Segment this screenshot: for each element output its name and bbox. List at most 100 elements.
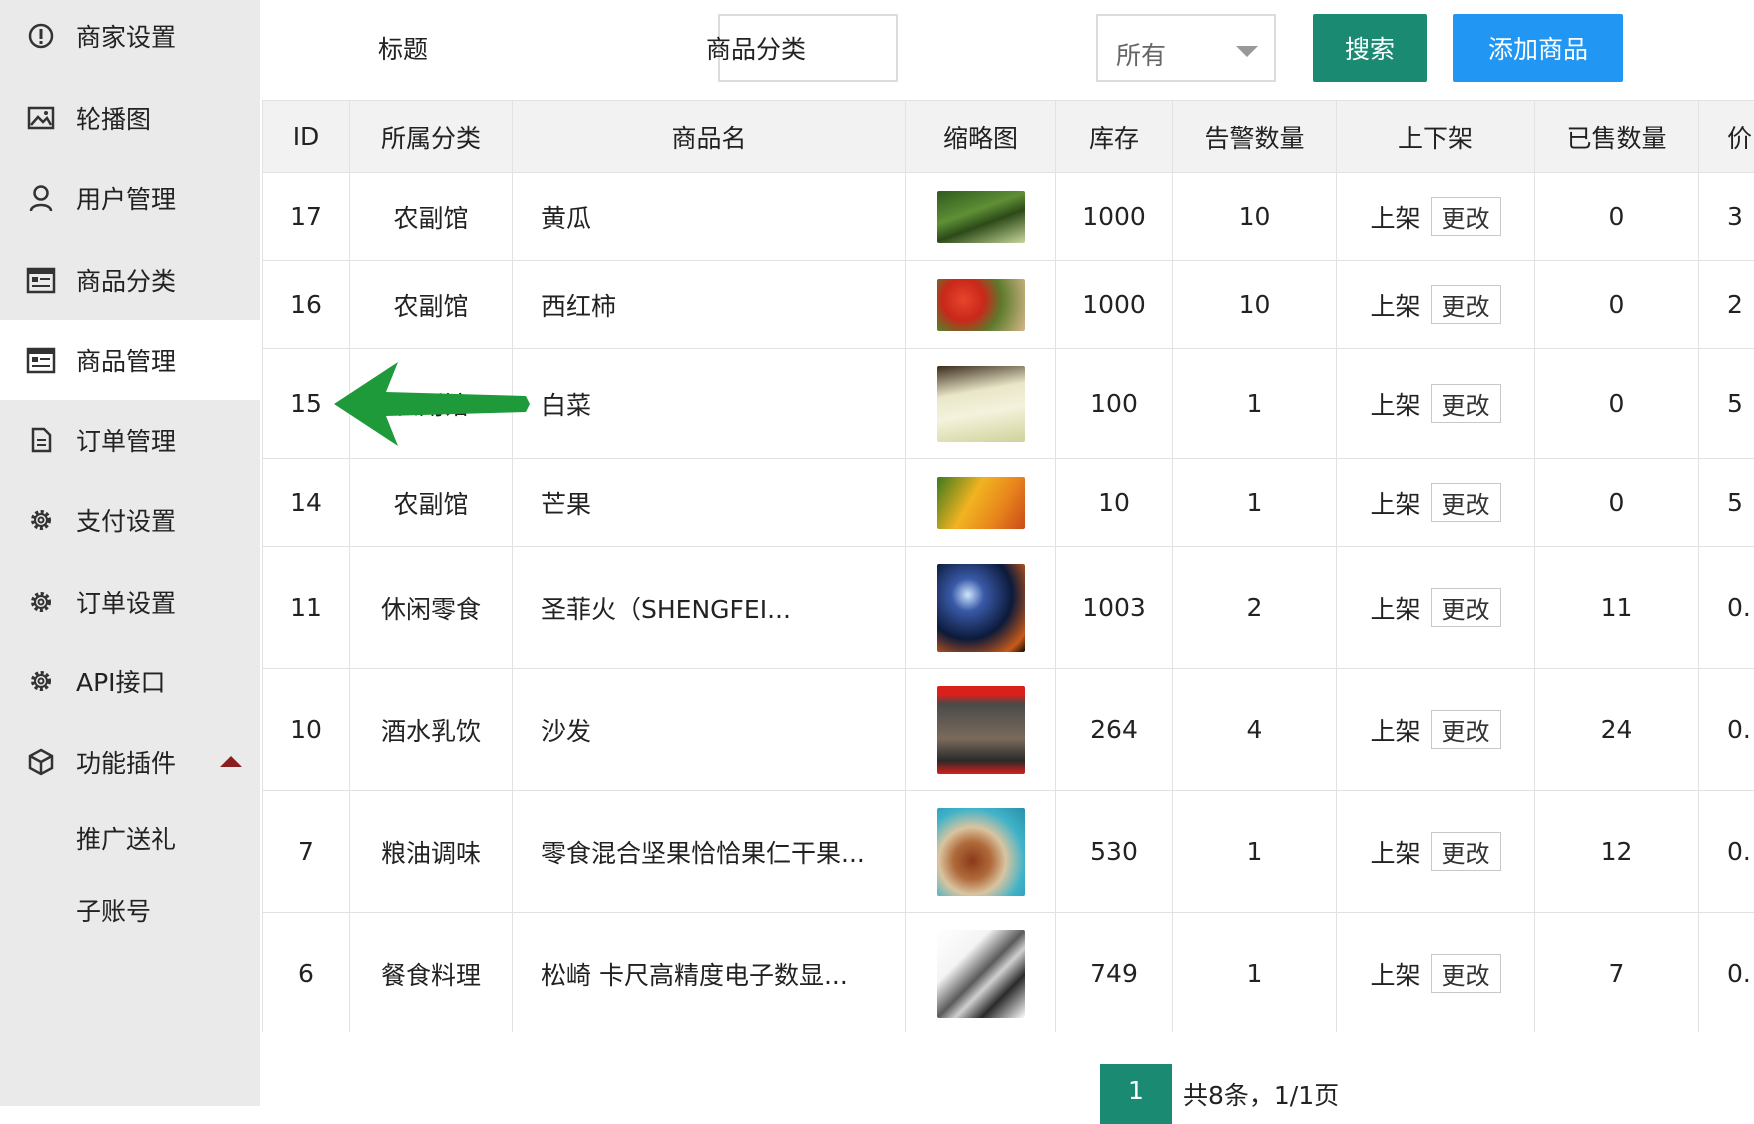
document-icon — [26, 425, 56, 455]
sidebar-item-users[interactable]: 用户管理 — [0, 158, 260, 238]
cell-price: 2 — [1699, 261, 1754, 349]
green-arrow-annotation-icon — [330, 358, 530, 454]
cell-sold: 11 — [1535, 547, 1699, 669]
change-status-button[interactable]: 更改 — [1431, 285, 1501, 324]
change-status-button[interactable]: 更改 — [1431, 588, 1501, 627]
status-label: 上架 — [1370, 204, 1420, 233]
cell-thumbnail — [906, 261, 1056, 349]
sidebar-item-label: 商家设置 — [76, 18, 176, 54]
product-thumbnail[interactable] — [937, 477, 1025, 529]
column-header-alert: 告警数量 — [1173, 101, 1337, 173]
sidebar-item-label: 支付设置 — [76, 502, 176, 538]
cell-stock: 1000 — [1056, 261, 1173, 349]
sidebar-item-label: 轮播图 — [76, 100, 151, 136]
column-header-status: 上下架 — [1337, 101, 1535, 173]
table-row: 16 农副馆 西红柿 1000 10 上架更改 0 2 — [263, 261, 1754, 349]
sidebar-item-product-categories[interactable]: 商品分类 — [0, 240, 260, 320]
add-product-button[interactable]: 添加商品 — [1453, 14, 1623, 82]
cell-status: 上架更改 — [1337, 459, 1535, 547]
caret-up-icon[interactable] — [220, 756, 242, 767]
category-filter-label: 商品分类 — [706, 30, 806, 66]
sidebar-item-api[interactable]: API接口 — [0, 641, 260, 721]
sidebar-subitem-subaccount[interactable]: 子账号 — [0, 880, 260, 940]
cell-price: 0. — [1699, 669, 1754, 791]
change-status-button[interactable]: 更改 — [1431, 954, 1501, 993]
cell-name: 松崎 卡尺高精度电子数显... — [513, 913, 906, 1033]
cell-thumbnail — [906, 459, 1056, 547]
product-thumbnail[interactable] — [937, 930, 1025, 1018]
cell-status: 上架更改 — [1337, 669, 1535, 791]
sidebar-item-order-settings[interactable]: 订单设置 — [0, 562, 260, 642]
cell-name: 沙发 — [513, 669, 906, 791]
cell-thumbnail — [906, 173, 1056, 261]
column-header-stock: 库存 — [1056, 101, 1173, 173]
cell-status: 上架更改 — [1337, 547, 1535, 669]
product-thumbnail[interactable] — [937, 366, 1025, 442]
change-status-button[interactable]: 更改 — [1431, 483, 1501, 522]
cell-price: 5 — [1699, 349, 1754, 459]
sidebar-item-payment-settings[interactable]: 支付设置 — [0, 480, 260, 560]
table-row: 17 农副馆 黄瓜 1000 10 上架更改 0 3 — [263, 173, 1754, 261]
cell-name: 黄瓜 — [513, 173, 906, 261]
cell-category: 粮油调味 — [350, 791, 513, 913]
cell-stock: 100 — [1056, 349, 1173, 459]
cell-id: 16 — [263, 261, 350, 349]
sidebar-item-product-management[interactable]: 商品管理 — [0, 320, 260, 400]
cell-price: 3 — [1699, 173, 1754, 261]
title-filter-label: 标题 — [378, 30, 428, 66]
user-icon — [26, 183, 56, 213]
cell-category: 休闲零食 — [350, 547, 513, 669]
cell-sold: 7 — [1535, 913, 1699, 1033]
cell-category: 农副馆 — [350, 173, 513, 261]
search-button[interactable]: 搜索 — [1313, 14, 1427, 82]
chevron-down-icon — [1236, 46, 1258, 57]
cell-status: 上架更改 — [1337, 791, 1535, 913]
cell-name: 零食混合坚果恰恰果仁干果... — [513, 791, 906, 913]
cell-name: 白菜 — [513, 349, 906, 459]
table-row: 14 农副馆 芒果 10 1 上架更改 0 5 — [263, 459, 1754, 547]
cell-alert: 1 — [1173, 459, 1337, 547]
cell-alert: 1 — [1173, 913, 1337, 1033]
sidebar-item-label: 商品管理 — [76, 342, 176, 378]
cell-id: 6 — [263, 913, 350, 1033]
product-thumbnail[interactable] — [937, 808, 1025, 896]
product-thumbnail[interactable] — [937, 279, 1025, 331]
cell-name: 圣菲火（SHENGFEI... — [513, 547, 906, 669]
change-status-button[interactable]: 更改 — [1431, 832, 1501, 871]
cell-stock: 530 — [1056, 791, 1173, 913]
cell-stock: 749 — [1056, 913, 1173, 1033]
status-label: 上架 — [1370, 391, 1420, 420]
list-board-icon — [26, 345, 56, 375]
cell-stock: 1003 — [1056, 547, 1173, 669]
cube-icon — [26, 747, 56, 777]
change-status-button[interactable]: 更改 — [1431, 197, 1501, 236]
cell-status: 上架更改 — [1337, 349, 1535, 459]
cell-price: 0. — [1699, 547, 1754, 669]
product-thumbnail[interactable] — [937, 191, 1025, 243]
sidebar-item-label: 功能插件 — [76, 744, 176, 780]
cell-category: 农副馆 — [350, 459, 513, 547]
product-thumbnail[interactable] — [937, 686, 1025, 774]
pagination-page-1[interactable]: 1 — [1100, 1064, 1172, 1124]
cell-sold: 0 — [1535, 459, 1699, 547]
change-status-button[interactable]: 更改 — [1431, 710, 1501, 749]
sidebar-item-orders[interactable]: 订单管理 — [0, 400, 260, 480]
table-row: 6 餐食料理 松崎 卡尺高精度电子数显... 749 1 上架更改 7 0. — [263, 913, 1754, 1033]
change-status-button[interactable]: 更改 — [1431, 384, 1501, 423]
sidebar-item-carousel[interactable]: 轮播图 — [0, 78, 260, 158]
image-icon — [26, 103, 56, 133]
sidebar-item-label: 订单设置 — [76, 584, 176, 620]
cell-sold: 0 — [1535, 261, 1699, 349]
cell-alert: 1 — [1173, 349, 1337, 459]
cell-category: 餐食料理 — [350, 913, 513, 1033]
product-thumbnail[interactable] — [937, 564, 1025, 652]
status-label: 上架 — [1370, 292, 1420, 321]
cell-price: 0. — [1699, 791, 1754, 913]
cell-status: 上架更改 — [1337, 913, 1535, 1033]
sidebar-item-plugins[interactable]: 功能插件 — [0, 722, 260, 802]
sidebar-item-merchant-settings[interactable]: 商家设置 — [0, 0, 260, 76]
cell-id: 10 — [263, 669, 350, 791]
category-select[interactable]: 所有 — [1096, 14, 1276, 82]
table-row: 7 粮油调味 零食混合坚果恰恰果仁干果... 530 1 上架更改 12 0. — [263, 791, 1754, 913]
sidebar-subitem-promotion[interactable]: 推广送礼 — [0, 808, 260, 868]
